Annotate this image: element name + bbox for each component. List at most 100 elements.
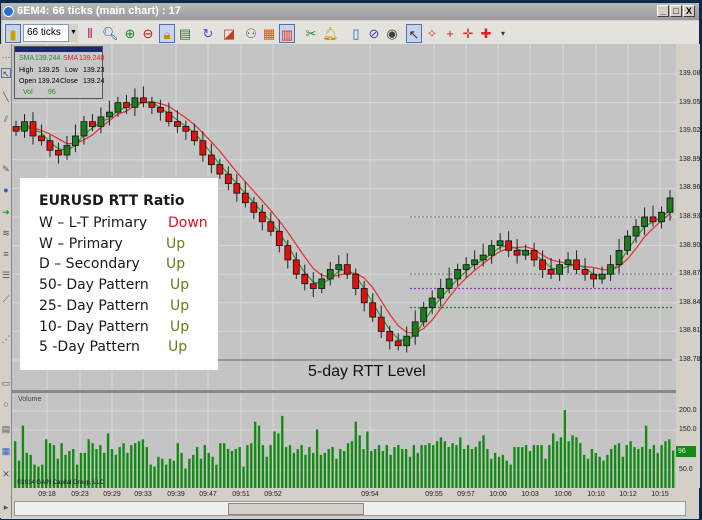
sma1-label: SMA (19, 55, 35, 62)
close-label: Close (60, 78, 78, 85)
volume-bar (389, 454, 392, 488)
volume-bar (567, 441, 570, 488)
volume-axis-label: 50.0 (679, 466, 693, 473)
high-value: 139.25 (38, 67, 60, 74)
volume-bar (439, 437, 443, 488)
volume-bar (486, 449, 489, 488)
volume-bar (644, 425, 648, 488)
volume-bar (292, 452, 296, 488)
candle-body (233, 183, 241, 194)
volume-bar (203, 445, 207, 488)
volume-bar (141, 439, 145, 488)
volume-bar (199, 458, 203, 488)
volume-bar (319, 454, 323, 488)
rtt-row-label: W – Primary (39, 235, 123, 252)
volume-bar (517, 447, 520, 488)
volume-bar (176, 443, 179, 488)
candle-body (29, 121, 37, 137)
volume-bar (250, 443, 253, 488)
volume-bar (246, 445, 249, 488)
volume-bar (501, 454, 505, 488)
volume-bar (106, 433, 110, 488)
time-axis-label: 10:03 (521, 491, 539, 498)
volume-bar (509, 464, 512, 488)
rtt-row-value: Up (170, 318, 190, 335)
volume-bar (606, 454, 609, 488)
candle-body (63, 145, 71, 156)
candle-body (89, 121, 96, 127)
price-axis-label: 138.87 (679, 270, 701, 278)
volume-bar (381, 450, 385, 488)
candle-body (123, 102, 130, 108)
candle-body (522, 249, 530, 256)
volume-axis-label: 200.0 (679, 407, 697, 414)
candle-body (624, 235, 631, 251)
volume-bar (544, 458, 547, 488)
candle-body (267, 221, 275, 232)
candle-body (72, 135, 79, 146)
scrollbar-thumb[interactable] (228, 503, 364, 515)
vol-value: 96 (48, 89, 56, 96)
volume-bar (435, 441, 439, 488)
volume-bar (397, 445, 400, 488)
candle-body (649, 216, 657, 223)
volume-bar (408, 456, 412, 488)
candle-body (46, 140, 54, 151)
low-label: Low (65, 67, 78, 74)
candle-body (377, 316, 385, 332)
candle-body (12, 126, 20, 132)
volume-bar (594, 452, 597, 488)
volume-bar (149, 464, 152, 488)
volume-bar (180, 452, 183, 488)
price-axis-label: 139.02 (679, 127, 701, 135)
volume-bar (660, 445, 663, 488)
volume-bar (366, 431, 369, 488)
volume-bar (656, 452, 659, 488)
time-axis-label: 10:06 (554, 491, 572, 498)
volume-bar (416, 452, 419, 488)
volume-bar (215, 464, 218, 488)
rtt-level-label: 5-day RTT Level (308, 363, 426, 380)
price-axis-label: 138.90 (679, 241, 701, 249)
volume-bar (536, 445, 539, 488)
time-axis-label: 10:10 (587, 491, 605, 498)
volume-bar (420, 445, 423, 488)
volume-bar (219, 443, 222, 488)
candle-body (386, 330, 394, 342)
volume-bar (412, 445, 416, 488)
time-axis-label: 09:57 (457, 491, 475, 498)
candle-body (131, 97, 139, 108)
volume-bar (532, 445, 536, 488)
volume-bar (555, 441, 559, 488)
open-label: Open (19, 78, 37, 85)
candle-body (156, 106, 164, 113)
volume-bar (269, 445, 272, 488)
volume-bar (617, 443, 621, 488)
price-axis-label: 138.99 (679, 155, 701, 163)
volume-bar (118, 447, 121, 488)
candle-body (471, 259, 479, 266)
rtt-row-label: 10- Day Pattern (39, 318, 149, 335)
volume-bar (672, 450, 675, 488)
time-axis-label: 10:12 (619, 491, 637, 498)
candle-body (301, 273, 309, 285)
price-axis-label: 138.93 (679, 213, 701, 220)
volume-bar (432, 445, 435, 488)
candle-body (530, 249, 538, 261)
time-axis-label: 09:29 (103, 491, 121, 498)
volume-bar (234, 449, 237, 488)
volume-bar (613, 445, 617, 488)
candle-body (403, 335, 411, 347)
candle-body (326, 269, 334, 280)
horizontal-scrollbar[interactable] (14, 501, 686, 516)
candle-body (292, 259, 300, 275)
candle-body (556, 264, 563, 275)
volume-bar (126, 452, 129, 488)
volume-bar (548, 445, 551, 488)
candle-body (454, 269, 462, 280)
volume-bar (230, 450, 234, 488)
volume-bar (288, 445, 292, 488)
candle-body (173, 121, 181, 127)
rtt-row-label: 50- Day Pattern (39, 277, 149, 294)
volume-bar (459, 437, 462, 488)
